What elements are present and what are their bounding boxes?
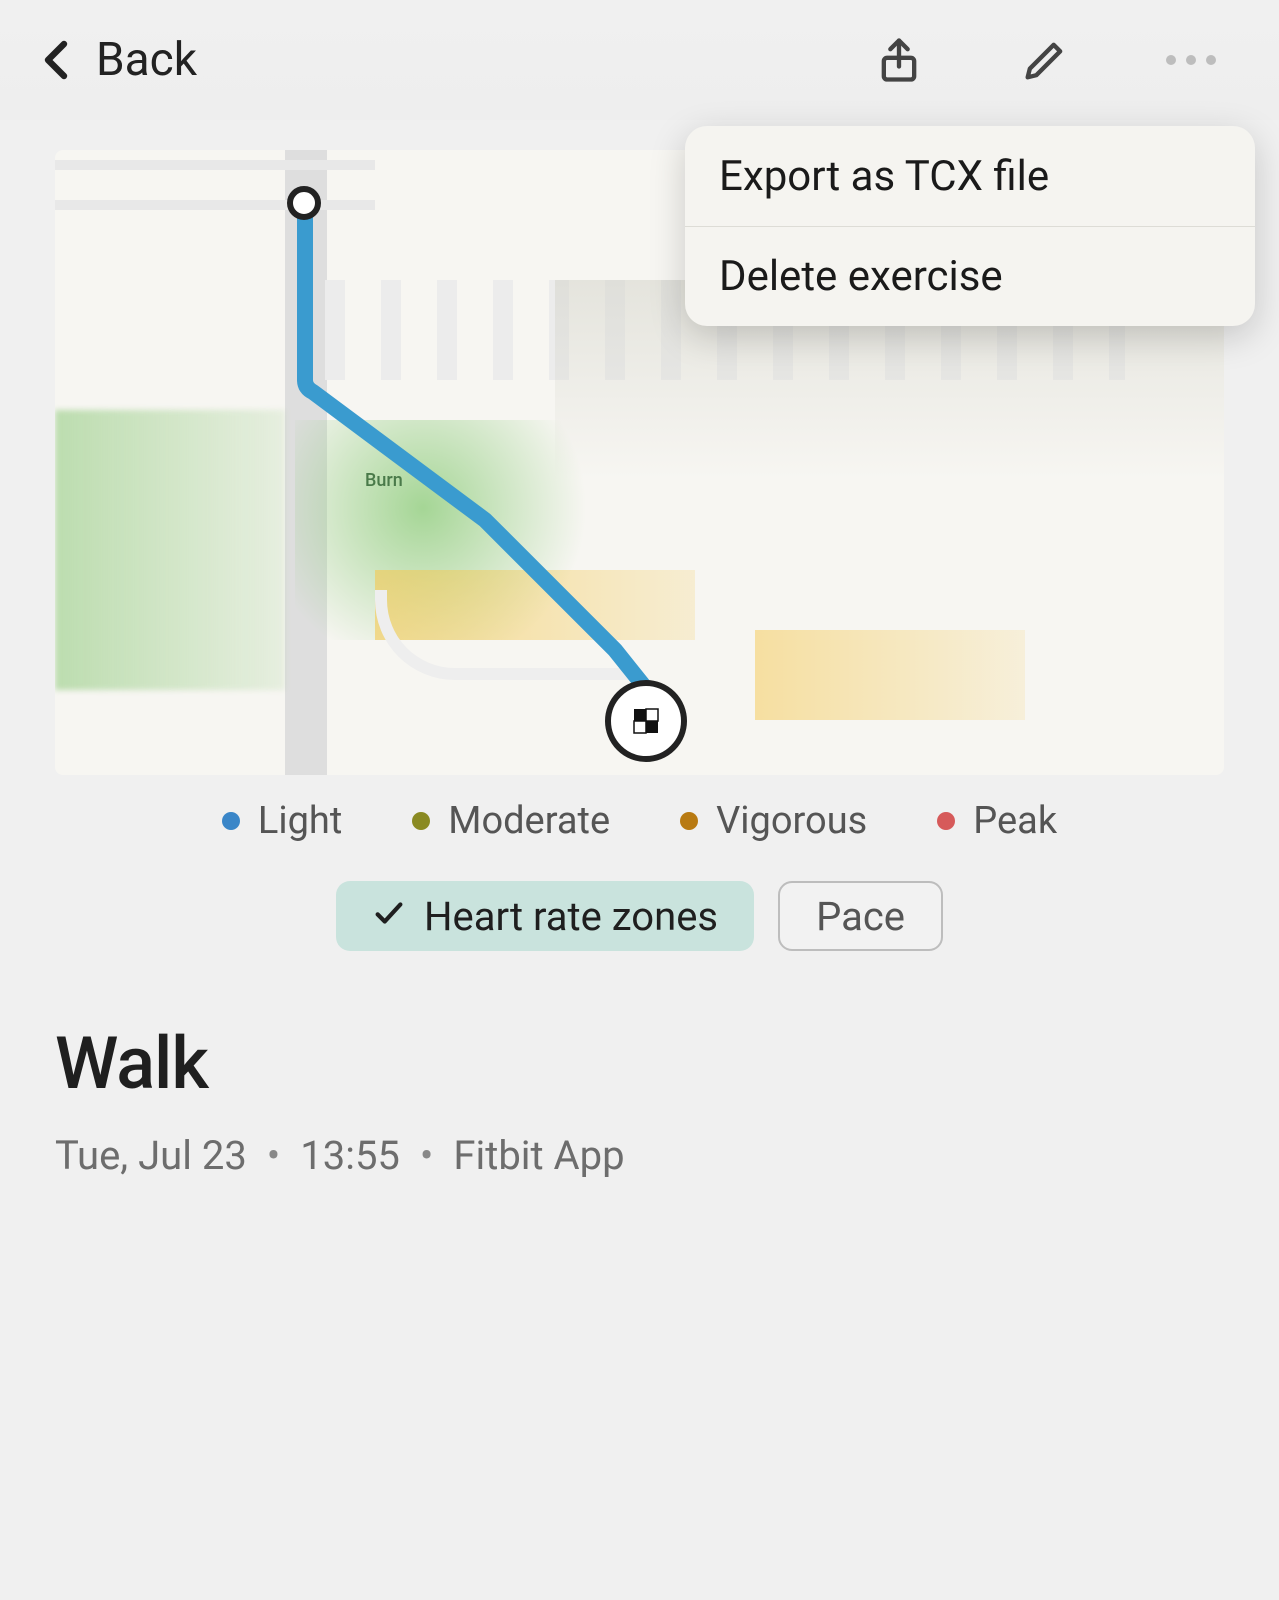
legend-label: Light	[258, 799, 342, 843]
legend-label: Vigorous	[716, 799, 867, 843]
activity-subtitle: Tue, Jul 23 • 13:55 • Fitbit App	[55, 1132, 1224, 1179]
more-icon[interactable]	[1163, 32, 1219, 88]
flag-icon	[628, 703, 664, 739]
route-start-marker	[287, 186, 321, 220]
check-icon	[372, 893, 406, 940]
legend-label: Moderate	[448, 799, 610, 843]
chevron-left-icon	[30, 32, 86, 88]
legend-dot	[937, 812, 955, 830]
heart-rate-legend: Light Moderate Vigorous Peak	[55, 799, 1224, 843]
legend-dot	[412, 812, 430, 830]
legend-dot	[222, 812, 240, 830]
header-bar: Back	[0, 0, 1279, 120]
legend-item-light: Light	[222, 799, 342, 843]
back-button[interactable]: Back	[30, 32, 197, 88]
share-icon[interactable]	[871, 32, 927, 88]
activity-date: Tue, Jul 23	[55, 1132, 247, 1179]
legend-label: Peak	[973, 799, 1057, 843]
legend-item-moderate: Moderate	[412, 799, 610, 843]
header-actions	[871, 32, 1249, 88]
activity-title: Walk	[55, 1021, 1224, 1106]
chip-pace[interactable]: Pace	[778, 881, 943, 951]
separator-dot: •	[420, 1132, 434, 1179]
menu-item-label: Export as TCX file	[719, 152, 1049, 201]
legend-item-peak: Peak	[937, 799, 1057, 843]
back-label: Back	[96, 33, 197, 87]
menu-item-export-tcx[interactable]: Export as TCX file	[685, 126, 1255, 226]
separator-dot: •	[267, 1132, 281, 1179]
legend-item-vigorous: Vigorous	[680, 799, 867, 843]
route-end-marker	[605, 680, 687, 762]
edit-icon[interactable]	[1017, 32, 1073, 88]
chip-label: Heart rate zones	[424, 893, 718, 940]
activity-header: Walk Tue, Jul 23 • 13:55 • Fitbit App	[55, 1021, 1224, 1179]
chip-heart-rate-zones[interactable]: Heart rate zones	[336, 881, 754, 951]
legend-dot	[680, 812, 698, 830]
chip-label: Pace	[816, 893, 905, 940]
activity-time: 13:55	[300, 1132, 400, 1179]
map-overlay-toggles: Heart rate zones Pace	[0, 881, 1279, 951]
activity-source: Fitbit App	[453, 1132, 624, 1179]
menu-item-delete-exercise[interactable]: Delete exercise	[685, 226, 1255, 326]
more-menu: Export as TCX file Delete exercise	[685, 126, 1255, 326]
menu-item-label: Delete exercise	[719, 252, 1003, 301]
